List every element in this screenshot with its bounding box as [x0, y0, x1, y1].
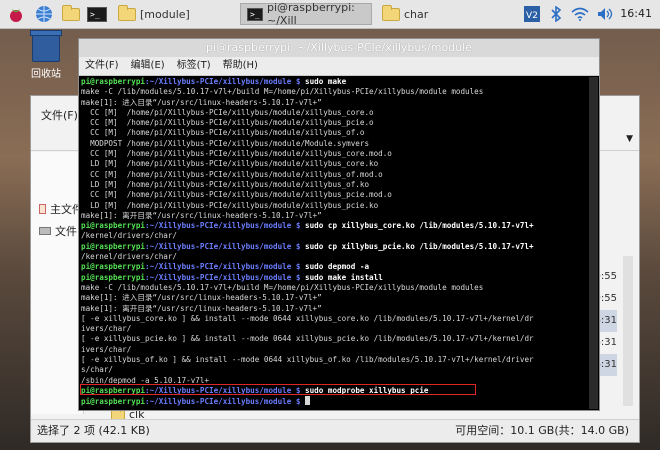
terminal-icon: >_ — [247, 7, 263, 21]
terminal-output-line: CC [M] /home/pi/Xillybus-PCIe/xillybus/m… — [81, 190, 392, 200]
drive-icon — [39, 227, 51, 235]
prompt-user: pi@raspberrypi — [81, 77, 146, 86]
terminal-output-line: [ -e xillybus_core.ko ] && install --mod… — [81, 313, 534, 323]
taskbar-app-label: char — [404, 7, 429, 21]
terminal-output-line: CC [M] /home/pi/Xillybus-PCIe/xillybus/m… — [81, 149, 392, 159]
trash-icon — [30, 30, 62, 62]
terminal-output-line: ivers/char/ — [81, 324, 132, 334]
selection-status: 选择了 2 项 (42.1 KB) — [37, 424, 150, 437]
prompt-user: pi@raspberrypi — [81, 272, 146, 282]
prompt-command: sudo make install — [300, 272, 383, 282]
terminal-prompt-line: pi@raspberrypi:~/Xillybus-PCIe/xillybus/… — [81, 77, 589, 87]
terminal-output-line: [ -e xillybus_of.ko ] && install --mode … — [81, 355, 534, 365]
wifi-icon[interactable] — [570, 4, 590, 24]
browser-icon[interactable] — [34, 4, 54, 24]
menu-tabs[interactable]: 标签(T) — [171, 57, 217, 75]
prompt-user: pi@raspberrypi — [81, 262, 146, 272]
terminal-prompt-line: pi@raspberrypi:~/Xillybus-PCIe/xillybus/… — [81, 262, 589, 272]
free-space-status: 可用空间：10.1 GB(共：14.0 GB) — [455, 424, 629, 437]
terminal-output-line: CC [M] /home/pi/Xillybus-PCIe/xillybus/m… — [81, 128, 365, 138]
svg-text:V2: V2 — [526, 11, 538, 21]
sidebar-item-label: 文件 — [55, 225, 77, 238]
prompt-path: :~/Xillybus-PCIe/xillybus/module $ — [145, 77, 301, 86]
prompt-user: pi@raspberrypi — [81, 221, 146, 231]
terminal-output-line: LD [M] /home/pi/Xillybus-PCIe/xillybus/m… — [81, 200, 379, 210]
fm-status-bar: 选择了 2 项 (42.1 KB) 可用空间：10.1 GB(共：14.0 GB… — [31, 419, 639, 442]
folder-icon — [111, 406, 125, 420]
prompt-user: pi@raspberrypi — [81, 397, 146, 407]
terminal-output-line: LD [M] /home/pi/Xillybus-PCIe/xillybus/m… — [81, 159, 379, 169]
prompt-path: :~/Xillybus-PCIe/xillybus/module $ — [145, 241, 301, 251]
vnc-icon[interactable]: V2 — [522, 4, 542, 24]
terminal-output-line: /kernel/drivers/char/ — [81, 252, 178, 262]
prompt-user: pi@raspberrypi — [81, 241, 146, 251]
terminal-prompt-line: pi@raspberrypi:~/Xillybus-PCIe/xillybus/… — [81, 273, 589, 283]
prompt-command: sudo cp xillybus_pcie.ko /lib/modules/5.… — [300, 241, 534, 251]
terminal-output-line: MODPOST /home/pi/Xillybus-PCIe/xillybus/… — [81, 138, 370, 148]
terminal-output-line: make[1]: 离开目录“/usr/src/linux-headers-5.1… — [81, 210, 322, 220]
terminal-output-line: CC [M] /home/pi/Xillybus-PCIe/xillybus/m… — [81, 118, 374, 128]
chevron-down-icon[interactable]: ▼ — [626, 134, 633, 144]
prompt-path: :~/Xillybus-PCIe/xillybus/module $ — [145, 397, 301, 407]
terminal-output-line: s/char/ — [81, 365, 114, 375]
taskbar-app-label: [module] — [140, 7, 190, 21]
terminal-menubar: 文件(F) 编辑(E) 标签(T) 帮助(H) — [79, 57, 599, 76]
volume-icon[interactable] — [596, 4, 614, 24]
terminal-title[interactable]: pi@raspberrypi: ~/Xillybus-PCIe/xillybus… — [79, 39, 599, 57]
terminal-window[interactable]: pi@raspberrypi: ~/Xillybus-PCIe/xillybus… — [78, 38, 600, 411]
prompt-path: :~/Xillybus-PCIe/xillybus/module $ — [145, 262, 301, 272]
clock[interactable]: 16:41 — [620, 0, 652, 28]
taskbar-app-label: pi@raspberrypi: ~/Xill — [267, 1, 355, 27]
sidebar-item-home[interactable]: 主文件 — [31, 198, 83, 220]
taskbar-app-module[interactable]: [module] — [112, 3, 236, 25]
terminal-output-line: ivers/char/ — [81, 344, 132, 354]
terminal-output-line: make -C /lib/modules/5.10.17-v7l+/build … — [81, 282, 484, 292]
terminal-output-line: [ -e xillybus_pcie.ko ] && install --mod… — [81, 334, 534, 344]
terminal-output-line: CC [M] /home/pi/Xillybus-PCIe/xillybus/m… — [81, 107, 374, 117]
menu-file[interactable]: 文件(F) — [79, 57, 125, 75]
prompt-command: sudo depmod -a — [300, 262, 370, 272]
terminal-prompt-line: pi@raspberrypi:~/Xillybus-PCIe/xillybus/… — [81, 221, 589, 231]
sidebar-item-filesystem[interactable]: 文件 — [31, 220, 83, 242]
prompt-command: sudo cp xillybus_core.ko /lib/modules/5.… — [300, 221, 534, 231]
terminal-output-line: make[1]: 进入目录“/usr/src/linux-headers-5.1… — [81, 293, 322, 303]
menu-edit[interactable]: 编辑(E) — [125, 57, 171, 75]
bluetooth-icon[interactable] — [548, 4, 564, 24]
prompt-command: sudo make — [300, 77, 347, 86]
desktop-trash[interactable]: 回收站 — [22, 30, 70, 80]
folder-icon — [382, 4, 400, 21]
taskbar-app-terminal[interactable]: >_ pi@raspberrypi: ~/Xill — [240, 1, 372, 27]
text-cursor — [305, 396, 311, 406]
fm-sidebar: 主文件 文件 — [31, 152, 84, 414]
terminal-output-line: make[1]: 离开目录“/usr/src/linux-headers-5.1… — [81, 303, 322, 313]
terminal-output-line: /kernel/drivers/char/ — [81, 231, 178, 241]
terminal-output-line: LD [M] /home/pi/Xillybus-PCIe/xillybus/m… — [81, 179, 370, 189]
home-icon — [39, 204, 46, 214]
taskbar: >_ [module] >_ pi@raspberrypi: ~/Xill ch… — [0, 0, 660, 29]
raspberry-menu-icon[interactable] — [6, 4, 26, 24]
terminal-output-line: CC [M] /home/pi/Xillybus-PCIe/xillybus/m… — [81, 169, 383, 179]
terminal-output-line: make -C /lib/modules/5.10.17-v7l+/build … — [81, 87, 484, 97]
taskbar-app-char[interactable]: char — [376, 3, 486, 25]
trash-label: 回收站 — [31, 69, 61, 80]
terminal-prompt-line: pi@raspberrypi:~/Xillybus-PCIe/xillybus/… — [81, 242, 589, 252]
terminal-prompt-line: pi@raspberrypi:~/Xillybus-PCIe/xillybus/… — [81, 396, 589, 406]
terminal-scrollbar[interactable] — [589, 77, 598, 409]
menu-help[interactable]: 帮助(H) — [217, 57, 264, 75]
prompt-path: :~/Xillybus-PCIe/xillybus/module $ — [145, 221, 301, 231]
file-manager-icon[interactable] — [61, 4, 81, 24]
highlight-box — [80, 384, 476, 395]
fm-scrollbar[interactable] — [623, 256, 633, 406]
terminal-output-line: make[1]: 进入目录“/usr/src/linux-headers-5.1… — [81, 97, 322, 107]
terminal-launch-icon[interactable]: >_ — [86, 4, 108, 24]
terminal-output[interactable]: pi@raspberrypi:~/Xillybus-PCIe/xillybus/… — [81, 77, 589, 407]
prompt-path: :~/Xillybus-PCIe/xillybus/module $ — [145, 272, 301, 282]
folder-icon — [118, 4, 136, 21]
